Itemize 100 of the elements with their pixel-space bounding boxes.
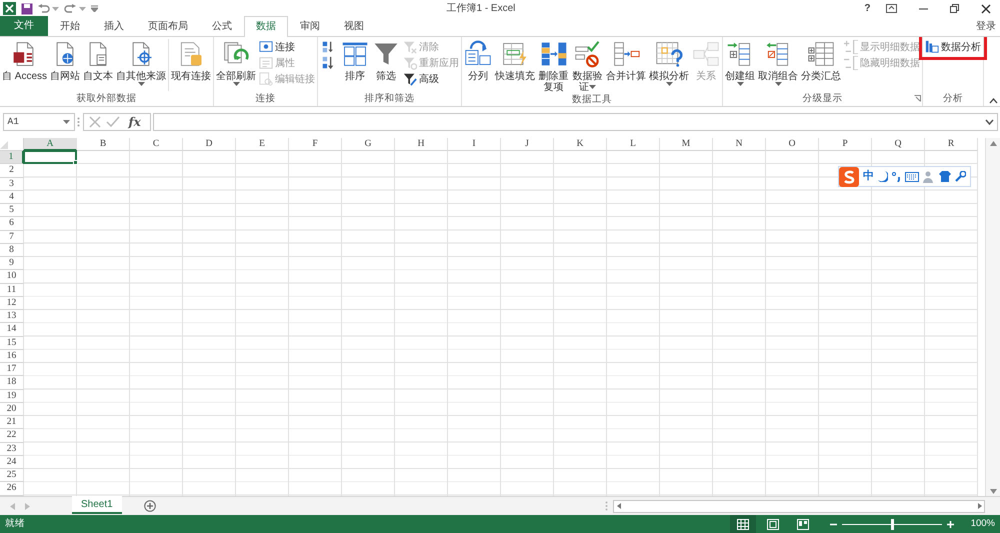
column-header[interactable]: B <box>77 138 130 151</box>
row-header[interactable]: 13 <box>0 310 24 324</box>
sign-in-link[interactable]: 登录 <box>976 19 996 34</box>
row-header[interactable]: 24 <box>0 456 24 469</box>
row-header[interactable]: 2 <box>0 164 24 178</box>
row-header[interactable]: 23 <box>0 442 24 456</box>
ribbon-button[interactable]: 现有连接 <box>170 39 212 83</box>
ribbon-button[interactable]: 自其他来源 <box>115 39 168 87</box>
dialog-launcher-icon[interactable] <box>914 95 922 102</box>
moon-icon[interactable] <box>878 171 888 182</box>
ribbon-button[interactable]: 取消组合 <box>757 39 800 87</box>
customize-icon[interactable] <box>90 5 98 12</box>
ribbon-button[interactable]: 排序 <box>340 39 370 83</box>
column-header[interactable]: O <box>766 138 819 151</box>
scroll-left-icon[interactable] <box>616 503 620 509</box>
row-header[interactable]: 22 <box>0 429 24 442</box>
formula-input[interactable] <box>153 113 998 131</box>
ribbon-tab[interactable]: 文件 <box>0 16 48 36</box>
vertical-scrollbar[interactable] <box>985 138 1000 496</box>
ribbon-tab[interactable]: 审阅 <box>288 16 332 36</box>
ribbon-button[interactable]: 自文本 <box>82 39 114 83</box>
redo-icon[interactable] <box>64 4 76 14</box>
row-header[interactable]: 15 <box>0 336 24 350</box>
row-header[interactable]: 1 <box>0 151 24 164</box>
ribbon-tab[interactable]: 插入 <box>92 16 136 36</box>
column-header[interactable]: K <box>554 138 607 151</box>
ribbon-button[interactable]: 高级 <box>402 71 460 87</box>
ribbon-button[interactable]: 分列 <box>463 39 494 83</box>
app-logo-icon[interactable] <box>2 2 16 15</box>
name-box[interactable]: A1 <box>2 113 74 131</box>
ribbon-tab[interactable]: 公式 <box>200 16 244 36</box>
restore-icon[interactable] <box>950 4 958 13</box>
row-header[interactable]: 6 <box>0 217 24 230</box>
zoom-in-icon[interactable] <box>946 520 954 528</box>
column-header[interactable]: H <box>395 138 448 151</box>
expand-icon[interactable] <box>985 119 994 125</box>
row-header[interactable]: 9 <box>0 257 24 270</box>
save-icon[interactable] <box>20 2 32 14</box>
shirt-icon[interactable] <box>939 171 951 182</box>
selected-cell[interactable] <box>23 150 77 164</box>
help-button[interactable]: ? <box>864 1 870 16</box>
row-header[interactable]: 17 <box>0 363 24 376</box>
column-header[interactable]: A <box>24 138 77 151</box>
row-header[interactable]: 20 <box>0 402 24 416</box>
keyboard-icon[interactable] <box>905 172 919 182</box>
row-header[interactable]: 16 <box>0 350 24 363</box>
column-header[interactable]: F <box>289 138 342 151</box>
column-header[interactable]: G <box>342 138 395 151</box>
row-header[interactable]: 14 <box>0 323 24 336</box>
column-header[interactable]: L <box>607 138 660 151</box>
ribbon-button[interactable]: 合并计算 <box>605 39 648 83</box>
ribbon-tab[interactable]: 数据 <box>244 16 288 37</box>
ribbon-button[interactable]: 快速填充 <box>494 39 536 83</box>
ribbon-button[interactable]: 删除重复项 <box>537 39 570 94</box>
ribbon-button[interactable]: 数据验证 <box>571 39 604 94</box>
fill-handle[interactable] <box>73 160 78 166</box>
row-header[interactable]: 18 <box>0 376 24 390</box>
zoom-slider-thumb[interactable] <box>890 518 894 530</box>
column-header[interactable]: R <box>925 138 978 151</box>
ribbon-button[interactable]: 筛选 <box>371 39 402 83</box>
row-header[interactable]: 11 <box>0 284 24 297</box>
column-header[interactable]: P <box>819 138 872 151</box>
row-header[interactable]: 4 <box>0 190 24 204</box>
ribbon-button[interactable]: 自 Access <box>1 39 48 83</box>
sheet-tab[interactable]: Sheet1 <box>72 496 122 514</box>
row-header[interactable]: 8 <box>0 244 24 257</box>
punctuation-icon[interactable] <box>892 172 901 182</box>
ime-logo-icon[interactable] <box>839 166 859 186</box>
view-button[interactable] <box>730 515 756 533</box>
scroll-down-icon[interactable] <box>990 488 996 494</box>
close-icon[interactable] <box>980 4 990 14</box>
column-header[interactable]: Q <box>872 138 925 151</box>
ribbon-button[interactable]: 连接 <box>258 39 316 55</box>
ribbon-button[interactable]: 全部刷新 <box>215 39 258 87</box>
ribbon-tab[interactable]: 页面布局 <box>136 16 200 36</box>
scroll-right-icon[interactable] <box>978 503 982 509</box>
row-header[interactable]: 19 <box>0 390 24 403</box>
ribbon-button[interactable]: 模拟分析 <box>648 39 690 87</box>
row-header[interactable]: 3 <box>0 178 24 191</box>
column-header[interactable]: M <box>660 138 713 151</box>
zoom-level[interactable]: 100% <box>970 516 995 532</box>
horizontal-scrollbar[interactable] <box>613 500 985 512</box>
row-header[interactable]: 26 <box>0 482 24 496</box>
row-header[interactable]: 12 <box>0 296 24 310</box>
wrench-icon[interactable] <box>955 171 966 182</box>
column-header[interactable]: I <box>448 138 501 151</box>
collapse-ribbon-icon[interactable] <box>988 98 998 104</box>
column-header[interactable]: J <box>501 138 554 151</box>
ribbon-display-icon[interactable] <box>886 4 896 13</box>
ribbon-button[interactable]: 分类汇总 <box>800 39 842 83</box>
row-header[interactable]: 7 <box>0 230 24 244</box>
input-mode-toggle[interactable]: 中 <box>863 168 874 185</box>
undo-icon[interactable] <box>38 4 50 14</box>
row-header[interactable]: 10 <box>0 270 24 284</box>
column-header[interactable]: N <box>713 138 766 151</box>
ribbon-button[interactable]: 数据分析 <box>924 39 982 55</box>
cell-grid[interactable] <box>24 151 978 496</box>
column-header[interactable]: E <box>236 138 289 151</box>
ribbon-tab[interactable]: 开始 <box>48 16 92 36</box>
add-sheet-icon[interactable] <box>144 500 156 512</box>
